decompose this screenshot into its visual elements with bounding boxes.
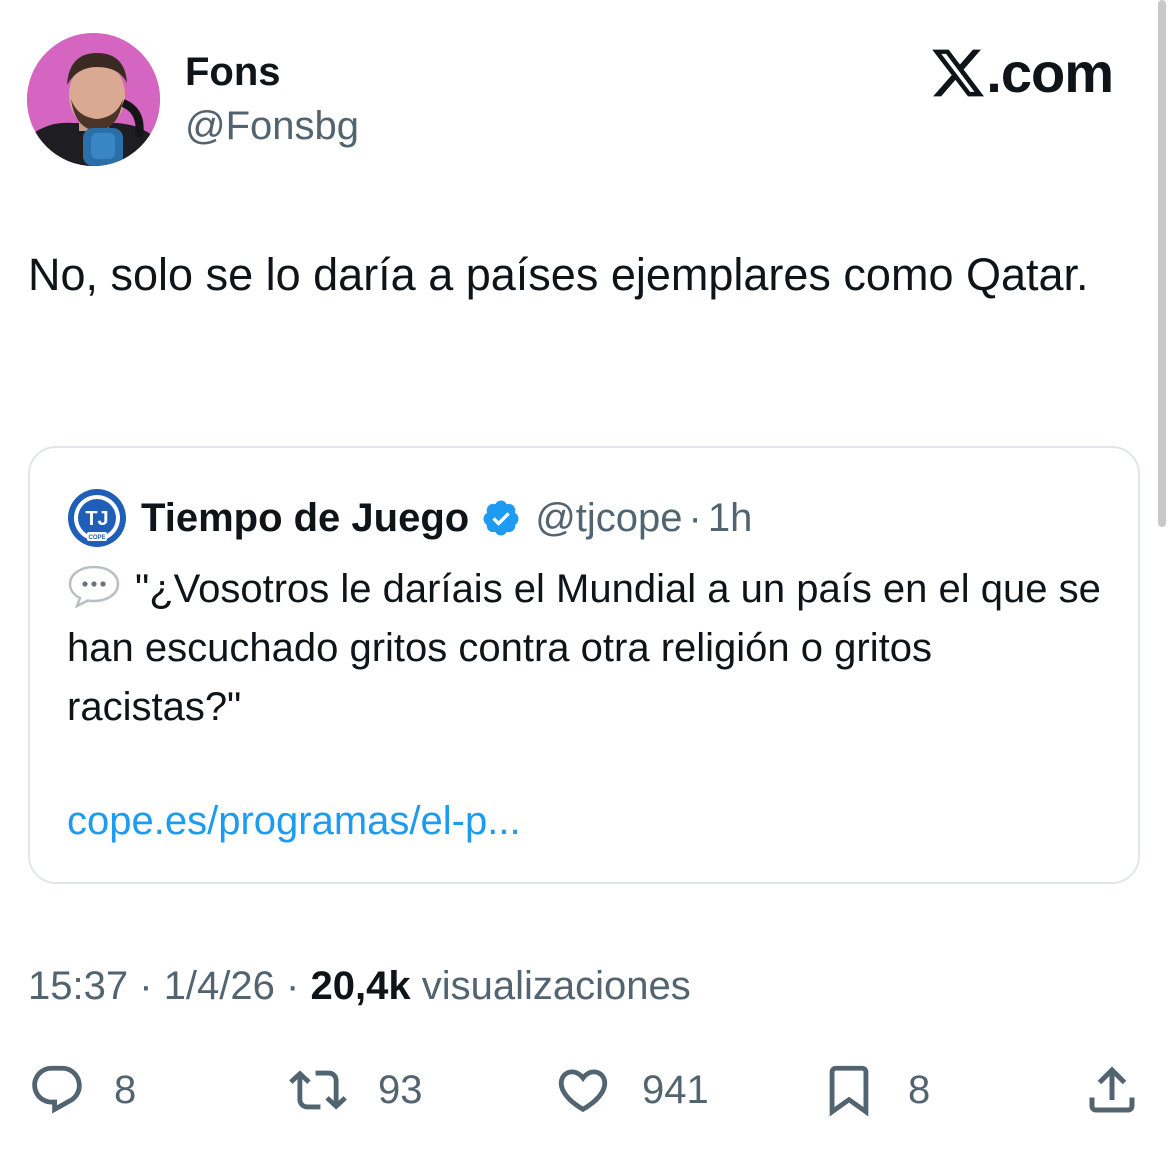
quoted-tweet-link[interactable]: cope.es/programas/el-p... (67, 793, 521, 849)
speech-bubble-icon (68, 565, 120, 608)
quoted-tweet-header: TJ COPE Tiempo de Juego @tjcope · 1h (67, 488, 752, 548)
quoted-display-name[interactable]: Tiempo de Juego (141, 488, 469, 548)
share-icon (1089, 1066, 1135, 1113)
heart-icon (558, 1069, 608, 1113)
views-count: 20,4k (310, 964, 411, 1008)
tiempo-de-juego-logo-icon[interactable]: TJ COPE (67, 488, 127, 548)
tweet-screenshot: Fons @Fonsbg .com No, solo se lo daría a… (0, 0, 1169, 1157)
repost-count: 93 (378, 1068, 423, 1112)
logo-letters: TJ (85, 508, 108, 530)
scrollbar[interactable] (1158, 0, 1166, 527)
repost-icon (289, 1070, 347, 1110)
quoted-time[interactable]: 1h (708, 488, 753, 548)
x-brand-text: .com (986, 41, 1114, 104)
author-display-name[interactable]: Fons (185, 48, 281, 96)
quoted-tweet-card[interactable]: TJ COPE Tiempo de Juego @tjcope · 1h "¿V… (28, 446, 1140, 884)
author-handle[interactable]: @Fonsbg (185, 102, 359, 150)
share-button[interactable] (1082, 1055, 1142, 1125)
like-count: 941 (642, 1068, 709, 1112)
quoted-handle[interactable]: @tjcope (535, 488, 682, 548)
bookmark-icon (829, 1065, 869, 1117)
views-label: visualizaciones (421, 964, 691, 1008)
reply-icon (32, 1065, 82, 1114)
quoted-tweet-text-block: "¿Vosotros le daríais el Mundial a un pa… (67, 560, 1107, 737)
tweet-text: No, solo se lo daría a países ejemplares… (28, 249, 1089, 300)
quoted-tweet-text: "¿Vosotros le daríais el Mundial a un pa… (67, 567, 1101, 729)
quoted-separator: · (688, 496, 702, 540)
bookmark-count: 8 (908, 1068, 931, 1112)
author-avatar[interactable] (27, 33, 160, 166)
tweet-time[interactable]: 15:37 (28, 964, 128, 1008)
repost-button[interactable]: 93 (286, 1055, 423, 1125)
tweet-date[interactable]: 1/4/26 (164, 964, 275, 1008)
logo-sub: COPE (88, 535, 105, 541)
tweet-action-bar: 8 93 941 8 (0, 1055, 1169, 1125)
reply-count: 8 (114, 1068, 137, 1112)
reply-button[interactable]: 8 (28, 1055, 136, 1125)
meta-separator: · (286, 964, 300, 1008)
meta-separator: · (139, 964, 153, 1008)
x-brand: .com (932, 40, 1114, 106)
like-button[interactable]: 941 (552, 1055, 709, 1125)
x-logo-icon (932, 49, 985, 97)
verified-badge-icon (483, 500, 519, 536)
tweet-meta: 15:37 · 1/4/26 · 20,4k visualizaciones (28, 960, 691, 1012)
author-avatar-photo (27, 33, 160, 166)
bookmark-button[interactable]: 8 (818, 1055, 930, 1125)
